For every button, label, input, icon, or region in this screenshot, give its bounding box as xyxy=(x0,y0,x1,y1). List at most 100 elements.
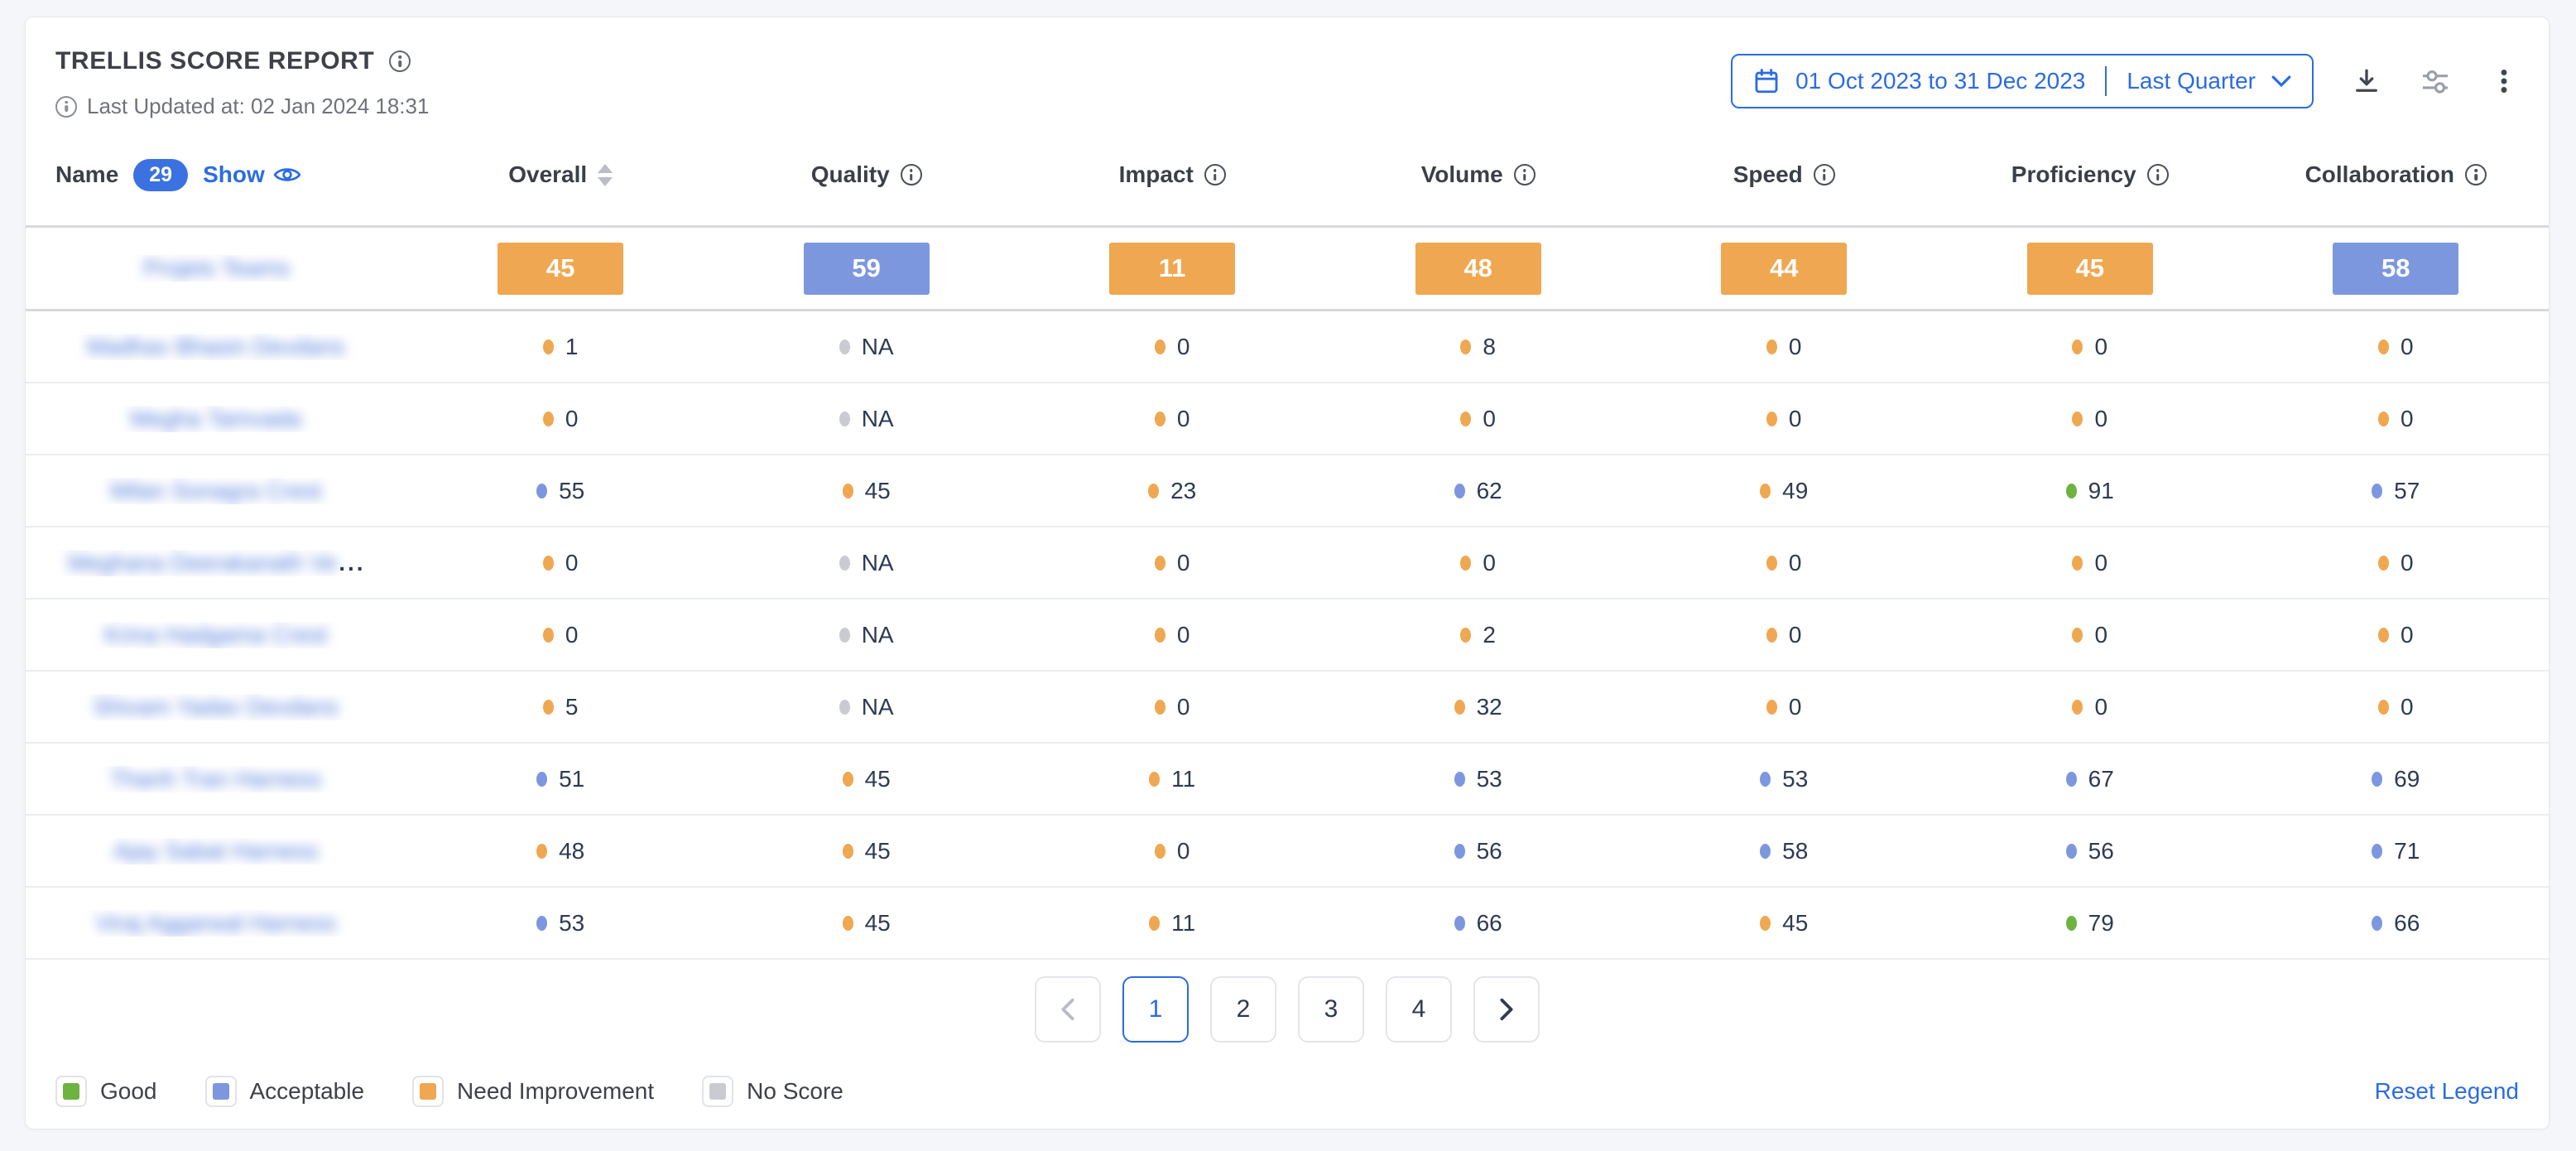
score-value: 0 xyxy=(565,622,579,648)
score-value: 45 xyxy=(865,910,891,937)
score-value: 0 xyxy=(2401,622,2414,648)
score-cell-volume: 0 xyxy=(1325,406,1632,432)
score-value: 0 xyxy=(1177,334,1190,360)
table-row: Krina Hadgama Crest 0 NA 0 2 xyxy=(26,600,2549,672)
score-level-dot xyxy=(2372,484,2382,498)
score-value: 45 xyxy=(865,766,891,792)
member-name-cell[interactable]: Krina Hadgama Crest xyxy=(26,622,407,648)
score-value: 0 xyxy=(2401,406,2414,432)
download-button[interactable] xyxy=(2352,66,2381,96)
date-range-text: 01 Oct 2023 to 31 Dec 2023 xyxy=(1795,68,2085,94)
legend-swatch xyxy=(55,1076,87,1107)
score-level-dot xyxy=(1760,916,1771,931)
legend: Good Acceptable Need Improvement No Scor… xyxy=(26,1076,2549,1107)
name-header-label: Name xyxy=(55,161,118,188)
column-label: Quality xyxy=(811,161,890,188)
score-value: 45 xyxy=(1782,910,1808,937)
score-level-dot xyxy=(2378,628,2389,643)
show-names-button[interactable]: Show xyxy=(203,161,301,188)
member-name-cell[interactable]: Viraj Aggarwal Harness xyxy=(26,910,407,937)
score-cell-quality: 45 xyxy=(714,910,1020,937)
page-button-2[interactable]: 2 xyxy=(1210,976,1276,1043)
proficiency-info-icon[interactable] xyxy=(2147,164,2169,185)
member-name-cell[interactable]: Madhav Bhasin Devdans xyxy=(26,334,407,360)
legend-items: Good Acceptable Need Improvement No Scor… xyxy=(55,1076,843,1107)
score-value: 91 xyxy=(2088,478,2114,504)
score-value: 0 xyxy=(1789,406,1802,432)
member-name-cell[interactable]: Ajay Sabat Harness xyxy=(26,838,407,864)
sort-icon[interactable] xyxy=(598,164,613,186)
column-header-proficiency: Proficiency xyxy=(1937,161,2243,188)
column-header-overall[interactable]: Overall xyxy=(407,161,714,188)
settings-button[interactable] xyxy=(2420,65,2451,97)
prev-page-button[interactable] xyxy=(1035,976,1101,1043)
score-value: 55 xyxy=(559,478,584,504)
score-cell-proficiency: 79 xyxy=(1937,910,2243,937)
score-cell-proficiency: 0 xyxy=(1937,334,2243,360)
member-name-cell[interactable]: Thanh Tran Harness xyxy=(26,766,407,792)
score-cell-volume: 32 xyxy=(1325,694,1632,720)
score-cell-volume: 2 xyxy=(1325,622,1632,648)
score-cell-collaboration: 0 xyxy=(2242,334,2549,360)
score-badge-quality: 59 xyxy=(804,243,930,295)
column-header-quality: Quality xyxy=(714,161,1020,188)
legend-item-good[interactable]: Good xyxy=(55,1076,157,1107)
legend-item-no-score[interactable]: No Score xyxy=(702,1076,843,1107)
legend-item-need-improvement[interactable]: Need Improvement xyxy=(412,1076,654,1107)
score-level-dot xyxy=(839,700,850,715)
score-cell-volume: 66 xyxy=(1325,910,1632,937)
score-level-dot xyxy=(2378,556,2389,571)
score-cell-collaboration: 0 xyxy=(2242,694,2549,720)
member-name: Milan Sonagra Crest xyxy=(110,478,321,504)
page-button-4[interactable]: 4 xyxy=(1386,976,1452,1043)
title-info-icon[interactable] xyxy=(389,51,411,72)
score-cell-overall: 0 xyxy=(407,622,714,648)
member-name: Thanh Tran Harness xyxy=(110,766,321,792)
score-cell-impact: 0 xyxy=(1019,694,1325,720)
score-value: 32 xyxy=(1477,694,1502,720)
show-label: Show xyxy=(203,161,265,188)
member-name-cell[interactable]: Megha Tamvada xyxy=(26,406,407,432)
score-level-dot xyxy=(1454,484,1465,498)
reset-legend-link[interactable]: Reset Legend xyxy=(2375,1078,2519,1105)
collaboration-info-icon[interactable] xyxy=(2465,164,2487,185)
column-header-collaboration: Collaboration xyxy=(2243,161,2550,188)
legend-item-acceptable[interactable]: Acceptable xyxy=(205,1076,365,1107)
score-level-dot xyxy=(839,340,850,354)
chevron-left-icon xyxy=(1059,997,1077,1022)
speed-info-icon[interactable] xyxy=(1814,164,1835,185)
volume-info-icon[interactable] xyxy=(1514,164,1536,185)
score-value: 0 xyxy=(1789,694,1802,720)
score-level-dot xyxy=(1766,700,1777,715)
calendar-icon xyxy=(1752,67,1781,95)
last-updated: Last Updated at: 02 Jan 2024 18:31 xyxy=(55,94,429,119)
score-level-dot xyxy=(2072,556,2083,571)
date-range-picker-button[interactable]: 01 Oct 2023 to 31 Dec 2023 Last Quarter xyxy=(1731,54,2314,108)
score-value: 11 xyxy=(1171,910,1195,937)
score-value: 53 xyxy=(559,910,584,937)
score-cell-quality: NA xyxy=(714,694,1020,720)
impact-info-icon[interactable] xyxy=(1204,164,1226,185)
legend-swatch xyxy=(702,1076,733,1107)
score-cell-speed: 0 xyxy=(1631,622,1937,648)
score-cell-speed: 0 xyxy=(1631,334,1937,360)
score-cell-impact: 0 xyxy=(1019,622,1325,648)
score-cell-quality: NA xyxy=(714,334,1020,360)
score-level-dot xyxy=(843,844,853,859)
score-cell-overall: 0 xyxy=(407,550,714,576)
member-name-cell[interactable]: Meghana Deerakanath Ve... xyxy=(26,550,407,576)
more-menu-button[interactable] xyxy=(2489,66,2519,96)
page-button-1[interactable]: 1 xyxy=(1122,976,1189,1043)
team-name-cell[interactable]: Projets Teams xyxy=(26,255,407,282)
score-level-dot xyxy=(1155,700,1165,715)
legend-label: Good xyxy=(100,1078,157,1105)
quality-info-icon[interactable] xyxy=(901,164,922,185)
next-page-button[interactable] xyxy=(1473,976,1540,1043)
score-level-dot xyxy=(1149,916,1160,931)
score-badge-collaboration: 58 xyxy=(2333,243,2458,295)
member-name-cell[interactable]: Milan Sonagra Crest xyxy=(26,478,407,504)
member-name-cell[interactable]: Shivam Yadav Devdans xyxy=(26,694,407,720)
score-level-dot xyxy=(1460,556,1471,571)
page-button-3[interactable]: 3 xyxy=(1298,976,1364,1043)
score-cell-impact: 11 xyxy=(1019,910,1325,937)
